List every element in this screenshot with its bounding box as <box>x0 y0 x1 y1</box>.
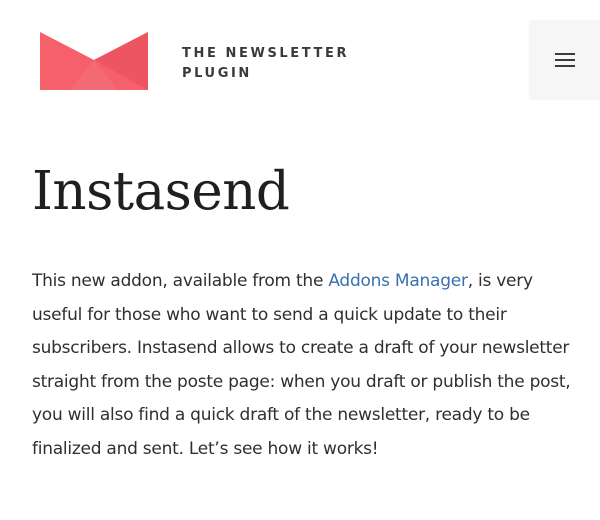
article-title: Instasend <box>32 161 290 222</box>
envelope-logo-icon <box>40 32 148 90</box>
site-logo-text[interactable]: THE NEWSLETTER PLUGIN <box>182 44 349 84</box>
menu-toggle-button[interactable] <box>529 20 600 100</box>
intro-text-after-link: , is very useful for those who want to s… <box>32 271 571 459</box>
site-header: THE NEWSLETTER PLUGIN <box>0 0 600 120</box>
hamburger-menu-icon <box>554 53 575 67</box>
site-logo-link[interactable] <box>40 32 148 90</box>
logo-line-1: THE NEWSLETTER <box>182 46 350 61</box>
article-intro-paragraph: This new addon, available from the Addon… <box>32 265 587 466</box>
logo-line-2: PLUGIN <box>182 66 252 81</box>
intro-text-before-link: This new addon, available from the <box>32 271 329 291</box>
addons-manager-link[interactable]: Addons Manager <box>328 271 468 291</box>
